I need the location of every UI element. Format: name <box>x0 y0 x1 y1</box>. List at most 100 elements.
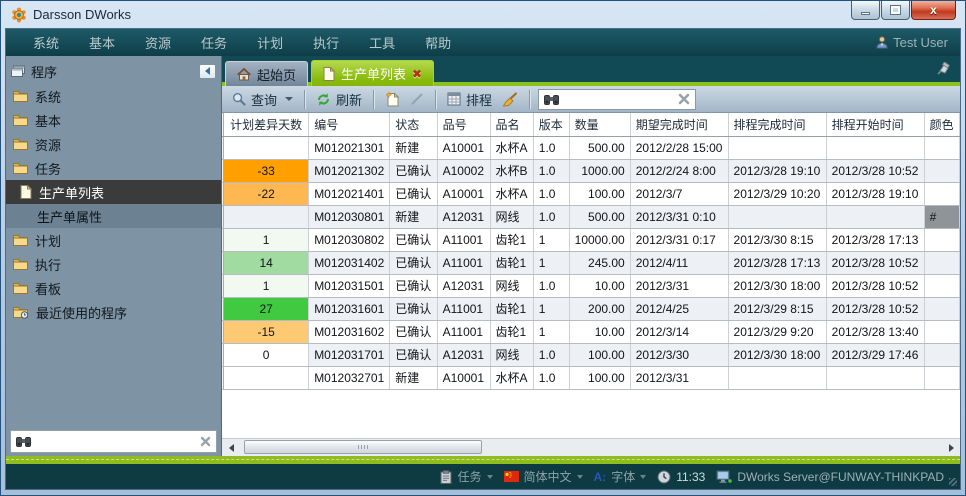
row-indicator-cell[interactable] <box>222 228 224 251</box>
menu-item-1[interactable]: 基本 <box>74 33 130 52</box>
cell-expected-finish[interactable]: 2012/4/25 <box>630 297 728 320</box>
cell-item-no[interactable]: A10002 <box>437 159 490 182</box>
cell-code[interactable]: M012030801 <box>309 205 390 228</box>
column-header-11[interactable]: 颜色 <box>924 113 959 136</box>
cell-code[interactable]: M012031402 <box>309 251 390 274</box>
cell-code[interactable]: M012031501 <box>309 274 390 297</box>
cell-item-name[interactable]: 网线 <box>490 205 533 228</box>
cell-item-no[interactable]: A12031 <box>437 343 490 366</box>
row-indicator-cell[interactable] <box>222 297 224 320</box>
column-header-2[interactable]: 编号 <box>309 113 390 136</box>
cell-item-no[interactable]: A10001 <box>437 136 490 159</box>
column-header-3[interactable]: 状态 <box>390 113 437 136</box>
cell-qty[interactable]: 10.00 <box>569 274 630 297</box>
cell-sched-finish[interactable]: 2012/3/30 8:15 <box>728 228 826 251</box>
scroll-left-button[interactable] <box>223 440 239 455</box>
row-indicator-cell[interactable] <box>222 320 224 343</box>
cell-version[interactable]: 1 <box>533 228 569 251</box>
cell-expected-finish[interactable]: 2012/3/30 <box>630 343 728 366</box>
cell-expected-finish[interactable]: 2012/3/31 <box>630 366 728 389</box>
sidebar-item-0[interactable]: 系统 <box>6 84 221 108</box>
cell-plan-diff-days[interactable]: 0 <box>224 343 309 366</box>
cell-expected-finish[interactable]: 2012/3/7 <box>630 182 728 205</box>
horizontal-scrollbar[interactable] <box>222 438 960 456</box>
cell-plan-diff-days[interactable]: 1 <box>224 274 309 297</box>
clear-search-icon[interactable] <box>200 436 211 447</box>
cell-sched-start[interactable]: 2012/3/28 17:13 <box>826 228 924 251</box>
cell-qty[interactable]: 1000.00 <box>569 159 630 182</box>
cell-item-name[interactable]: 网线 <box>490 343 533 366</box>
cell-item-no[interactable]: A10001 <box>437 182 490 205</box>
table-row[interactable]: 1M012030802已确认A11001齿轮1110000.002012/3/3… <box>222 228 960 251</box>
tab-0[interactable]: 起始页 <box>225 61 308 86</box>
cell-color[interactable] <box>924 251 959 274</box>
cell-plan-diff-days[interactable]: 27 <box>224 297 309 320</box>
cell-code[interactable]: M012021302 <box>309 159 390 182</box>
cell-version[interactable]: 1.0 <box>533 136 569 159</box>
cell-sched-start[interactable] <box>826 136 924 159</box>
column-header-7[interactable]: 数量 <box>569 113 630 136</box>
pin-icon[interactable] <box>935 62 951 76</box>
cell-item-no[interactable]: A11001 <box>437 297 490 320</box>
cell-color[interactable]: # <box>924 205 959 228</box>
cell-version[interactable]: 1 <box>533 297 569 320</box>
cell-qty[interactable]: 200.00 <box>569 297 630 320</box>
cell-version[interactable]: 1.0 <box>533 366 569 389</box>
cell-qty[interactable]: 100.00 <box>569 182 630 205</box>
cell-code[interactable]: M012031601 <box>309 297 390 320</box>
schedule-button[interactable]: 排程 <box>444 88 495 111</box>
column-header-10[interactable]: 排程开始时间 <box>826 113 924 136</box>
cell-sched-finish[interactable]: 2012/3/28 17:13 <box>728 251 826 274</box>
cell-sched-start[interactable]: 2012/3/29 17:46 <box>826 343 924 366</box>
cell-sched-start[interactable]: 2012/3/28 13:40 <box>826 320 924 343</box>
cell-item-name[interactable]: 水杯A <box>490 182 533 205</box>
sidebar-item-8[interactable]: 看板 <box>6 276 221 300</box>
cell-code[interactable]: M012032701 <box>309 366 390 389</box>
cell-code[interactable]: M012021401 <box>309 182 390 205</box>
sidebar-item-2[interactable]: 资源 <box>6 132 221 156</box>
cell-code[interactable]: M012030802 <box>309 228 390 251</box>
cell-expected-finish[interactable]: 2012/3/31 0:10 <box>630 205 728 228</box>
menu-item-6[interactable]: 工具 <box>354 33 410 52</box>
cell-sched-start[interactable]: 2012/3/28 19:10 <box>826 182 924 205</box>
clean-button[interactable] <box>499 90 521 109</box>
cell-expected-finish[interactable]: 2012/4/11 <box>630 251 728 274</box>
cell-sched-finish[interactable]: 2012/3/29 10:20 <box>728 182 826 205</box>
cell-sched-finish[interactable] <box>728 366 826 389</box>
cell-sched-start[interactable] <box>826 366 924 389</box>
cell-code[interactable]: M012021301 <box>309 136 390 159</box>
cell-code[interactable]: M012031701 <box>309 343 390 366</box>
cell-color[interactable] <box>924 366 959 389</box>
cell-plan-diff-days[interactable]: -15 <box>224 320 309 343</box>
cell-expected-finish[interactable]: 2012/3/14 <box>630 320 728 343</box>
query-button[interactable]: 查询 <box>229 88 296 111</box>
cell-qty[interactable]: 10.00 <box>569 320 630 343</box>
column-header-8[interactable]: 期望完成时间 <box>630 113 728 136</box>
table-row[interactable]: 1M012031501已确认A12031网线1.010.002012/3/312… <box>222 274 960 297</box>
cell-color[interactable] <box>924 159 959 182</box>
cell-item-no[interactable]: A11001 <box>437 251 490 274</box>
cell-qty[interactable]: 500.00 <box>569 136 630 159</box>
cell-item-no[interactable]: A10001 <box>437 366 490 389</box>
row-indicator-cell[interactable] <box>222 251 224 274</box>
resize-grip-icon[interactable] <box>949 478 957 486</box>
cell-status[interactable]: 已确认 <box>390 228 437 251</box>
cell-plan-diff-days[interactable] <box>224 136 309 159</box>
table-row[interactable]: -15M012031602已确认A11001齿轮1110.002012/3/14… <box>222 320 960 343</box>
cell-plan-diff-days[interactable] <box>224 366 309 389</box>
cell-sched-finish[interactable]: 2012/3/28 19:10 <box>728 159 826 182</box>
row-indicator-cell[interactable] <box>222 343 224 366</box>
status-font[interactable]: A: 字体 <box>594 468 647 485</box>
menu-item-2[interactable]: 资源 <box>130 33 186 52</box>
menu-item-3[interactable]: 任务 <box>186 33 242 52</box>
new-document-button[interactable] <box>382 89 403 109</box>
table-row[interactable]: M012030801新建A12031网线1.0500.002012/3/31 0… <box>222 205 960 228</box>
cell-color[interactable] <box>924 297 959 320</box>
table-row[interactable]: 14M012031402已确认A11001齿轮11245.002012/4/11… <box>222 251 960 274</box>
column-header-9[interactable]: 排程完成时间 <box>728 113 826 136</box>
cell-expected-finish[interactable]: 2012/2/24 8:00 <box>630 159 728 182</box>
user-area[interactable]: Test User <box>876 35 948 50</box>
sidebar-item-3[interactable]: 任务 <box>6 156 221 180</box>
toolbar-search[interactable] <box>538 89 696 110</box>
cell-sched-finish[interactable]: 2012/3/30 18:00 <box>728 343 826 366</box>
